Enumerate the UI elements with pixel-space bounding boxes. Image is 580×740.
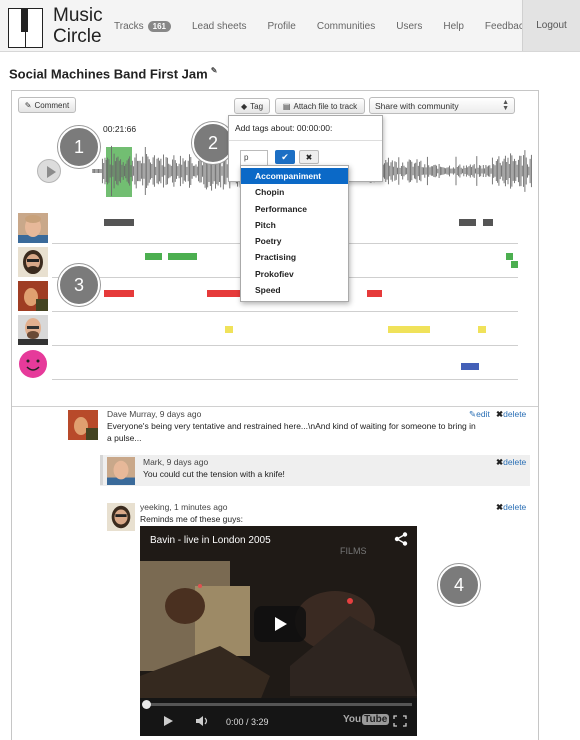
video-play-button[interactable] xyxy=(254,606,306,642)
track-segment[interactable] xyxy=(104,219,134,226)
track-segment[interactable] xyxy=(506,253,513,260)
comment-meta: Mark, 9 days ago xyxy=(143,457,209,467)
share-select[interactable]: Share with community ▲ ▼ xyxy=(369,97,515,114)
tag-option[interactable]: Prokofiev xyxy=(241,266,348,282)
annotation-track-row xyxy=(12,346,518,380)
edit-comment-link[interactable]: ✎edit xyxy=(469,409,490,420)
tag-option[interactable]: Practising xyxy=(241,249,348,265)
track-segment[interactable] xyxy=(478,326,486,333)
track-segment[interactable] xyxy=(145,253,162,260)
commenter-avatar xyxy=(107,457,135,485)
playhead-time: 00:21:66 xyxy=(103,124,137,134)
commenter-avatar xyxy=(68,410,98,440)
tag-suggestions: Accompaniment Chopin Performance Pitch Poetr… xyxy=(240,165,349,302)
tag-button[interactable]: ◆ Tag xyxy=(234,98,270,114)
attach-file-button[interactable]: ▤ Attach file to track xyxy=(275,98,365,114)
comment-icon: ✎ xyxy=(24,100,32,110)
user-avatar xyxy=(18,213,48,243)
video-title[interactable]: Bavin - live in London 2005 xyxy=(150,535,271,546)
callout-1: 1 xyxy=(58,126,100,168)
play-icon[interactable] xyxy=(162,715,174,727)
nav-profile[interactable]: Profile xyxy=(268,21,296,32)
delete-comment-link[interactable]: ✖delete xyxy=(496,502,526,513)
tag-option[interactable]: Chopin xyxy=(241,184,348,200)
piano-keys-icon xyxy=(8,8,46,48)
smiley-avatar xyxy=(19,350,47,378)
volume-icon[interactable] xyxy=(195,715,211,727)
user-avatar xyxy=(18,281,48,311)
play-button[interactable] xyxy=(37,159,61,183)
tag-input[interactable]: p xyxy=(240,150,268,166)
logo-text: Music Circle xyxy=(53,5,103,47)
video-watermark: FILMS xyxy=(340,546,367,556)
confirm-tag-button[interactable]: ✔ xyxy=(275,150,295,164)
commenter-avatar xyxy=(107,503,135,531)
track-segment[interactable] xyxy=(225,326,233,333)
embedded-video[interactable]: Bavin - live in London 2005 FILMS 0:00 /… xyxy=(140,526,417,736)
comment-text: You could cut the tension with a knife! xyxy=(143,469,285,479)
tag-option[interactable]: Accompaniment xyxy=(241,168,348,185)
logout-button[interactable]: Logout xyxy=(522,0,580,51)
track-panel: ✎ Comment ◆ Tag ▤ Attach file to track Shar… xyxy=(11,90,539,740)
track-segment[interactable] xyxy=(461,363,479,370)
page-title: Social Machines Band First Jam ✎ xyxy=(9,66,217,81)
close-icon: ✖ xyxy=(305,152,313,162)
file-icon: ▤ xyxy=(282,101,291,111)
user-avatar xyxy=(18,247,48,277)
nav-communities[interactable]: Communities xyxy=(317,21,375,32)
track-segment[interactable] xyxy=(168,253,197,260)
comment-meta: Dave Murray, 9 days ago xyxy=(107,409,202,419)
annotation-track-row xyxy=(12,312,518,346)
track-segment[interactable] xyxy=(483,219,493,226)
comment-button[interactable]: ✎ Comment xyxy=(18,97,76,113)
share-icon[interactable] xyxy=(394,532,408,546)
track-segment[interactable] xyxy=(459,219,476,226)
tag-icon: ◆ xyxy=(240,101,248,111)
nav-help[interactable]: Help xyxy=(443,21,464,32)
cancel-tag-button[interactable]: ✖ xyxy=(299,150,319,164)
user-avatar xyxy=(18,315,48,345)
navbar: Music Circle Tracks 161 Lead sheets Prof… xyxy=(0,0,580,52)
callout-3: 3 xyxy=(58,264,100,306)
tag-option[interactable]: Poetry xyxy=(241,233,348,249)
track-segment[interactable] xyxy=(388,326,430,333)
select-caret-icon: ▲ ▼ xyxy=(502,99,509,112)
video-progress-bar[interactable] xyxy=(142,700,412,709)
fullscreen-icon[interactable] xyxy=(393,715,407,727)
callout-4: 4 xyxy=(438,564,480,606)
music-circle-logo[interactable]: Music Circle xyxy=(8,5,116,49)
comment-text: Reminds me of these guys: xyxy=(140,514,243,524)
track-segment[interactable] xyxy=(104,290,134,297)
youtube-logo[interactable]: You Tube xyxy=(343,714,390,725)
tracks-count-badge: 161 xyxy=(147,20,171,32)
comment-meta: yeeking, 1 minutes ago xyxy=(140,502,228,512)
track-segment[interactable] xyxy=(511,261,518,268)
comment-text: Everyone's being very tentative and rest… xyxy=(107,421,476,443)
delete-comment-link[interactable]: ✖delete xyxy=(496,457,526,468)
nav-lead-sheets[interactable]: Lead sheets xyxy=(192,21,247,32)
tag-option[interactable]: Pitch xyxy=(241,217,348,233)
progress-thumb[interactable] xyxy=(142,700,151,709)
tag-popover-title: Add tags about: 00:00:00: xyxy=(235,123,333,133)
check-icon: ✔ xyxy=(281,151,289,162)
video-controls: 0:00 / 3:29 You Tube xyxy=(140,698,417,736)
track-title: Social Machines Band First Jam xyxy=(9,66,208,82)
tag-option[interactable]: Performance xyxy=(241,201,348,217)
edit-title-icon[interactable]: ✎ xyxy=(211,66,218,75)
delete-comment-link[interactable]: ✖delete xyxy=(496,409,526,420)
tag-option[interactable]: Speed xyxy=(241,282,348,298)
video-time: 0:00 / 3:29 xyxy=(226,717,269,727)
track-segment[interactable] xyxy=(367,290,382,297)
main-nav: Tracks 161 Lead sheets Profile Communiti… xyxy=(114,0,550,52)
nav-tracks[interactable]: Tracks 161 xyxy=(114,20,171,32)
nav-users[interactable]: Users xyxy=(396,21,422,32)
